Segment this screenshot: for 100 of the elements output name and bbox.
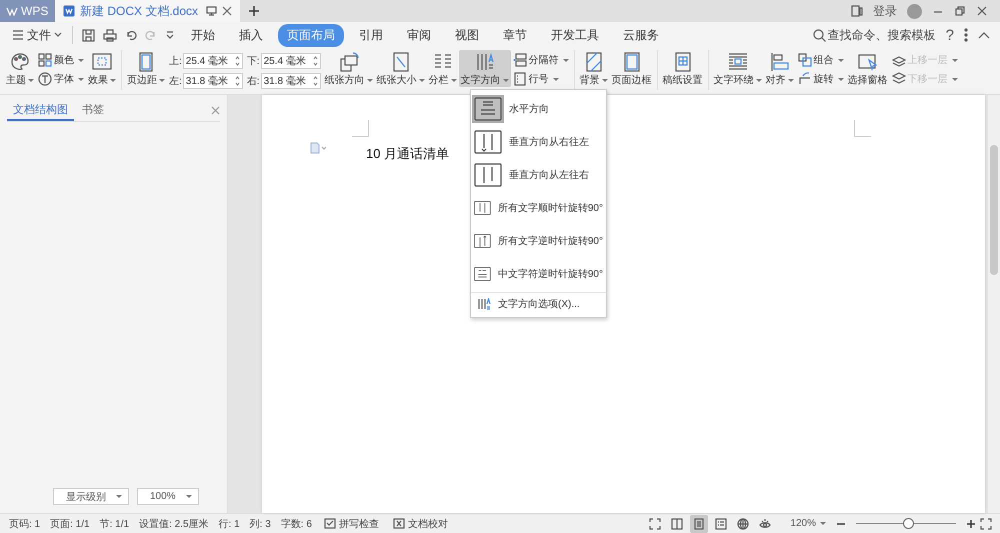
margin-field[interactable]: 31.8 毫米 bbox=[260, 73, 321, 89]
more-icon bbox=[964, 28, 968, 42]
scrollbar[interactable] bbox=[988, 95, 1000, 513]
help-button[interactable]: ? bbox=[946, 26, 954, 44]
caret-icon bbox=[78, 58, 84, 62]
view-mode-button[interactable] bbox=[690, 514, 708, 532]
menu-item[interactable]: 垂直方向从右往左 bbox=[471, 125, 606, 158]
file-menu-button[interactable]: 文件 bbox=[8, 26, 66, 44]
document-tab-title: 新建 DOCX 文档.docx bbox=[80, 2, 200, 20]
spinner-icon bbox=[234, 55, 240, 67]
status-field: 节: 1/1 bbox=[94, 516, 134, 530]
spinner-icon bbox=[312, 55, 318, 67]
group-icon bbox=[798, 53, 812, 67]
margin-label: 右: bbox=[246, 75, 260, 88]
ribbon-button[interactable]: 文字环绕 bbox=[712, 50, 764, 87]
outline-icon bbox=[715, 518, 728, 530]
ribbon-button[interactable]: 对齐 bbox=[764, 50, 796, 87]
paste-options-icon bbox=[310, 142, 326, 154]
ribbon-button[interactable]: 背景 bbox=[578, 50, 610, 87]
caret-icon bbox=[788, 78, 794, 82]
undo-icon bbox=[125, 29, 137, 41]
margin-field[interactable]: 31.8 毫米 bbox=[182, 73, 243, 89]
dropdown-icon bbox=[165, 30, 175, 40]
ribbon-button[interactable]: 效果 bbox=[86, 50, 118, 87]
menu-item[interactable]: 所有文字顺时针旋转90° bbox=[471, 191, 606, 224]
ribbon-button[interactable]: 页面边框 bbox=[610, 50, 654, 87]
pane-tab[interactable]: 书签 bbox=[76, 100, 110, 121]
caret-icon bbox=[602, 78, 608, 82]
caret-icon bbox=[418, 78, 425, 82]
margin-corner-mark bbox=[352, 120, 369, 137]
redo-icon bbox=[145, 29, 157, 41]
caret-icon bbox=[552, 78, 559, 80]
close-icon bbox=[211, 106, 220, 115]
pages-rotate-icon bbox=[338, 51, 360, 73]
pane-tab[interactable]: 文档结构图 bbox=[7, 100, 74, 121]
ribbon-button[interactable]: 选择窗格 bbox=[846, 50, 890, 87]
ribbon-button[interactable]: 颜色 bbox=[38, 53, 84, 67]
login-link[interactable]: 登录 bbox=[873, 2, 897, 20]
plus-icon bbox=[248, 5, 260, 17]
status-field: 设置值: 2.5厘米 bbox=[134, 516, 214, 530]
ribbon-tab[interactable]: 审阅 bbox=[398, 24, 440, 46]
book-icon bbox=[671, 518, 684, 530]
command-search[interactable]: 查找命令、搜索模板 bbox=[812, 26, 936, 44]
x-box-icon bbox=[392, 518, 405, 529]
ribbon-tab[interactable]: 视图 bbox=[446, 24, 488, 46]
ribbon-tab[interactable]: 引用 bbox=[350, 24, 392, 46]
menu-item[interactable]: 所有文字逆时针旋转90° bbox=[471, 224, 606, 257]
zoom-in-icon bbox=[966, 518, 976, 528]
search-icon bbox=[812, 28, 826, 42]
ribbon-button[interactable]: 分隔符 bbox=[512, 53, 569, 67]
caret-icon bbox=[952, 58, 958, 62]
menu-item[interactable]: 文字方向选项(X)... bbox=[471, 292, 606, 314]
check-box-icon bbox=[324, 518, 336, 529]
margin-field[interactable]: 25.4 毫米 bbox=[260, 53, 321, 69]
ribbon-tab[interactable]: 开发工具 bbox=[542, 24, 608, 46]
ribbon-tab[interactable]: 云服务 bbox=[614, 24, 668, 46]
margin-corner-mark bbox=[854, 120, 871, 137]
margin-field[interactable]: 25.4 毫米 bbox=[182, 53, 243, 69]
zoom-level-dropdown[interactable]: 120% bbox=[778, 518, 832, 529]
text-direction-icon bbox=[474, 130, 502, 154]
caret-icon bbox=[159, 78, 165, 82]
text-direction-icon bbox=[474, 162, 502, 186]
ribbon-tab[interactable]: 章节 bbox=[494, 24, 536, 46]
document-tab[interactable]: 新建 DOCX 文档.docx bbox=[55, 0, 240, 22]
line-number-icon bbox=[512, 72, 527, 86]
proofread-button[interactable]: 文档校对 bbox=[386, 516, 455, 530]
ribbon-tab[interactable]: 开始 bbox=[182, 24, 224, 46]
caret-icon bbox=[756, 78, 762, 82]
ribbon-button[interactable]: 字体 bbox=[38, 72, 84, 86]
zoom-dropdown[interactable]: 100% bbox=[137, 488, 199, 505]
margin-label: 下: bbox=[246, 55, 260, 68]
caret-icon bbox=[502, 78, 509, 82]
ribbon-tab[interactable]: 插入 bbox=[230, 24, 272, 46]
ribbon-button[interactable]: 文字方向 bbox=[458, 50, 511, 87]
separator-icon bbox=[512, 53, 527, 67]
tablet-icon bbox=[851, 5, 863, 17]
fullscreen-icon bbox=[649, 518, 662, 530]
margin-label: 上: bbox=[169, 54, 182, 68]
collapse-icon bbox=[978, 31, 990, 39]
ribbon-button[interactable]: 组合 bbox=[798, 53, 844, 67]
status-field: 列: 3 bbox=[244, 516, 276, 530]
level-dropdown[interactable]: 显示级别 bbox=[53, 488, 129, 505]
menu-item[interactable]: 垂直方向从左往右 bbox=[471, 158, 606, 191]
save-icon bbox=[82, 28, 95, 42]
ribbon-button[interactable]: 纸张大小 bbox=[374, 50, 427, 87]
spinner-icon bbox=[234, 75, 240, 87]
spell-check-button[interactable]: 拼写检查 bbox=[316, 516, 386, 530]
menu-item[interactable]: 水平方向 bbox=[471, 92, 606, 125]
document-icon bbox=[63, 5, 75, 17]
status-field: 页面: 1/1 bbox=[45, 516, 95, 530]
ribbon-button[interactable]: 稿纸设置 bbox=[660, 50, 705, 87]
caret-icon bbox=[562, 58, 569, 62]
ribbon-button[interactable]: 旋转 bbox=[798, 72, 844, 86]
zoom-slider-thumb[interactable] bbox=[902, 518, 914, 529]
ribbon-button[interactable]: 纸张方向 bbox=[322, 50, 375, 87]
ribbon-button[interactable]: 主题 bbox=[4, 50, 36, 87]
rotate-icon bbox=[798, 72, 812, 86]
ribbon-button[interactable]: 行号 bbox=[512, 72, 569, 86]
menu-item[interactable]: 中文字符逆时针旋转90° bbox=[471, 257, 606, 290]
ribbon-button[interactable]: 页边距 bbox=[125, 50, 167, 87]
